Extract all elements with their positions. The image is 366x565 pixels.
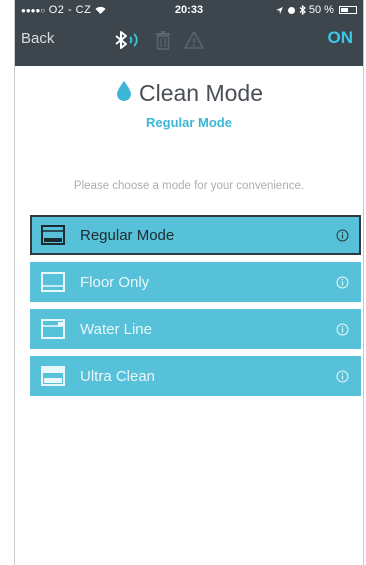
nav-bar: Back ON — [15, 22, 363, 66]
page-title: Clean Mode — [138, 80, 264, 106]
bluetooth-status-icon — [299, 4, 309, 16]
header: Clean Mode Regular Mode — [15, 80, 363, 130]
power-on-button[interactable]: ON — [328, 28, 354, 48]
trash-icon[interactable] — [155, 30, 171, 50]
back-button[interactable]: Back — [21, 30, 54, 47]
info-icon[interactable] — [335, 275, 349, 289]
status-bar: ●●●●○ O2 - CZ 20:33 50 % — [15, 0, 363, 20]
bluetooth-icon[interactable] — [113, 29, 143, 51]
mode-item-floor-only[interactable]: Floor Only — [30, 262, 361, 302]
page-title-row: Clean Mode — [15, 80, 363, 107]
regular-mode-icon — [40, 224, 66, 246]
app-screen: ●●●●○ O2 - CZ 20:33 50 % Back ON Clean M… — [14, 0, 364, 565]
floor-only-icon — [40, 271, 66, 293]
mode-item-regular[interactable]: Regular Mode — [30, 215, 361, 255]
mode-item-ultra-clean[interactable]: Ultra Clean — [30, 356, 361, 396]
current-mode-subtitle: Regular Mode — [146, 115, 232, 130]
alarm-icon — [287, 4, 299, 16]
mode-label: Floor Only — [80, 273, 150, 291]
battery-percent: 50 % — [308, 4, 334, 16]
mode-label: Water Line — [80, 320, 152, 338]
status-right: 50 % — [275, 4, 357, 16]
water-drop-icon — [115, 80, 133, 107]
location-icon — [275, 4, 287, 16]
mode-item-water-line[interactable]: Water Line — [30, 309, 361, 349]
water-line-icon — [40, 318, 66, 340]
nav-icons — [113, 28, 205, 52]
info-icon[interactable] — [335, 322, 349, 336]
warning-icon[interactable] — [183, 30, 205, 50]
info-icon[interactable] — [335, 228, 349, 242]
info-icon[interactable] — [335, 369, 349, 383]
top-bar: ●●●●○ O2 - CZ 20:33 50 % Back ON — [15, 0, 363, 66]
mode-label: Regular Mode — [80, 226, 175, 244]
battery-icon — [339, 6, 357, 15]
ultra-clean-icon — [40, 365, 66, 387]
mode-list: Regular Mode Floor Only Water Line Ultra… — [30, 215, 361, 403]
instruction-text: Please choose a mode for your convenienc… — [73, 180, 305, 192]
mode-label: Ultra Clean — [80, 367, 156, 385]
battery-fill — [341, 8, 349, 13]
